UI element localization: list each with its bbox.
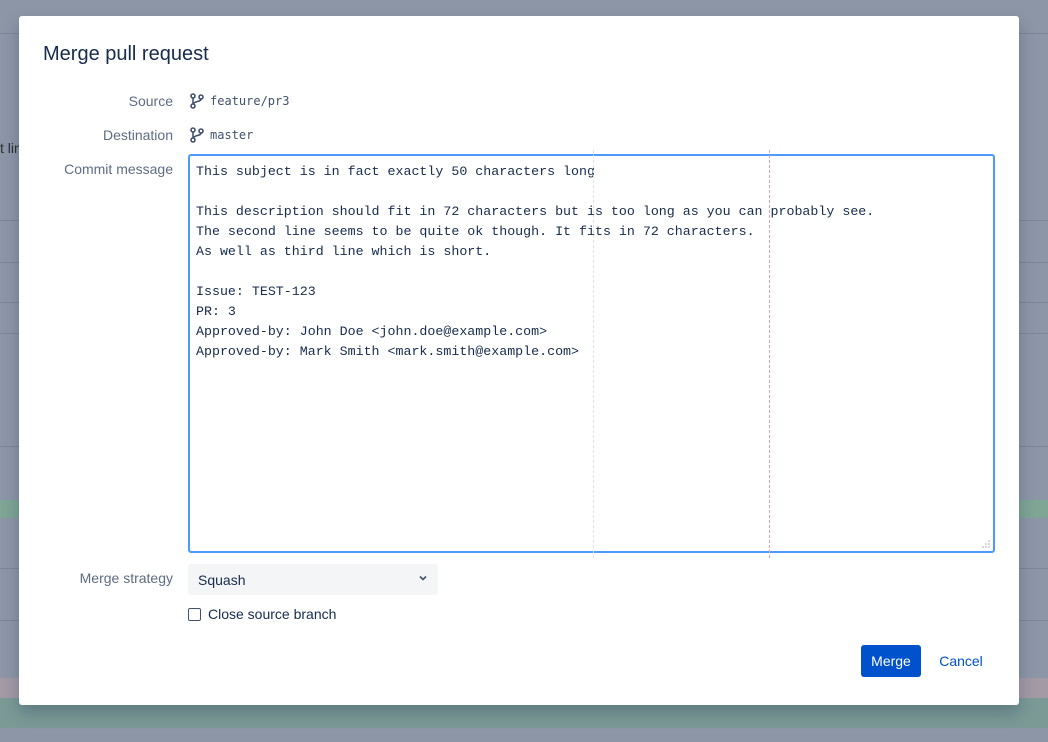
source-label: Source [128,93,173,109]
branch-icon [190,93,204,109]
merge-strategy-label: Merge strategy [79,570,173,586]
merge-strategy-select[interactable]: Squash [188,564,438,595]
ruler-50-chars [593,150,594,558]
commit-message-text: This subject is in fact exactly 50 chara… [196,164,875,359]
merge-button[interactable]: Merge [861,645,921,677]
resize-handle-icon[interactable] [982,540,990,548]
commit-message-textarea[interactable]: This subject is in fact exactly 50 chara… [188,154,995,553]
dialog-title: Merge pull request [43,43,209,65]
close-source-branch-checkbox[interactable] [188,607,201,621]
close-source-branch-row[interactable]: Close source branch [188,606,336,622]
cancel-button[interactable]: Cancel [931,645,991,677]
chevron-down-icon [419,575,427,581]
background-text-fragment: t lin [0,140,20,156]
ruler-72-chars [769,150,770,558]
close-source-branch-label: Close source branch [208,606,337,622]
source-branch: feature/pr3 [190,93,289,109]
branch-icon [190,127,204,143]
destination-branch-name: master [210,128,254,142]
source-branch-name: feature/pr3 [210,94,290,108]
destination-label: Destination [102,127,173,143]
destination-branch: master [190,127,253,143]
merge-strategy-value: Squash [198,571,246,588]
merge-dialog: Merge pull request Source feature/pr3 De… [19,16,1019,705]
commit-message-label: Commit message [64,161,173,177]
